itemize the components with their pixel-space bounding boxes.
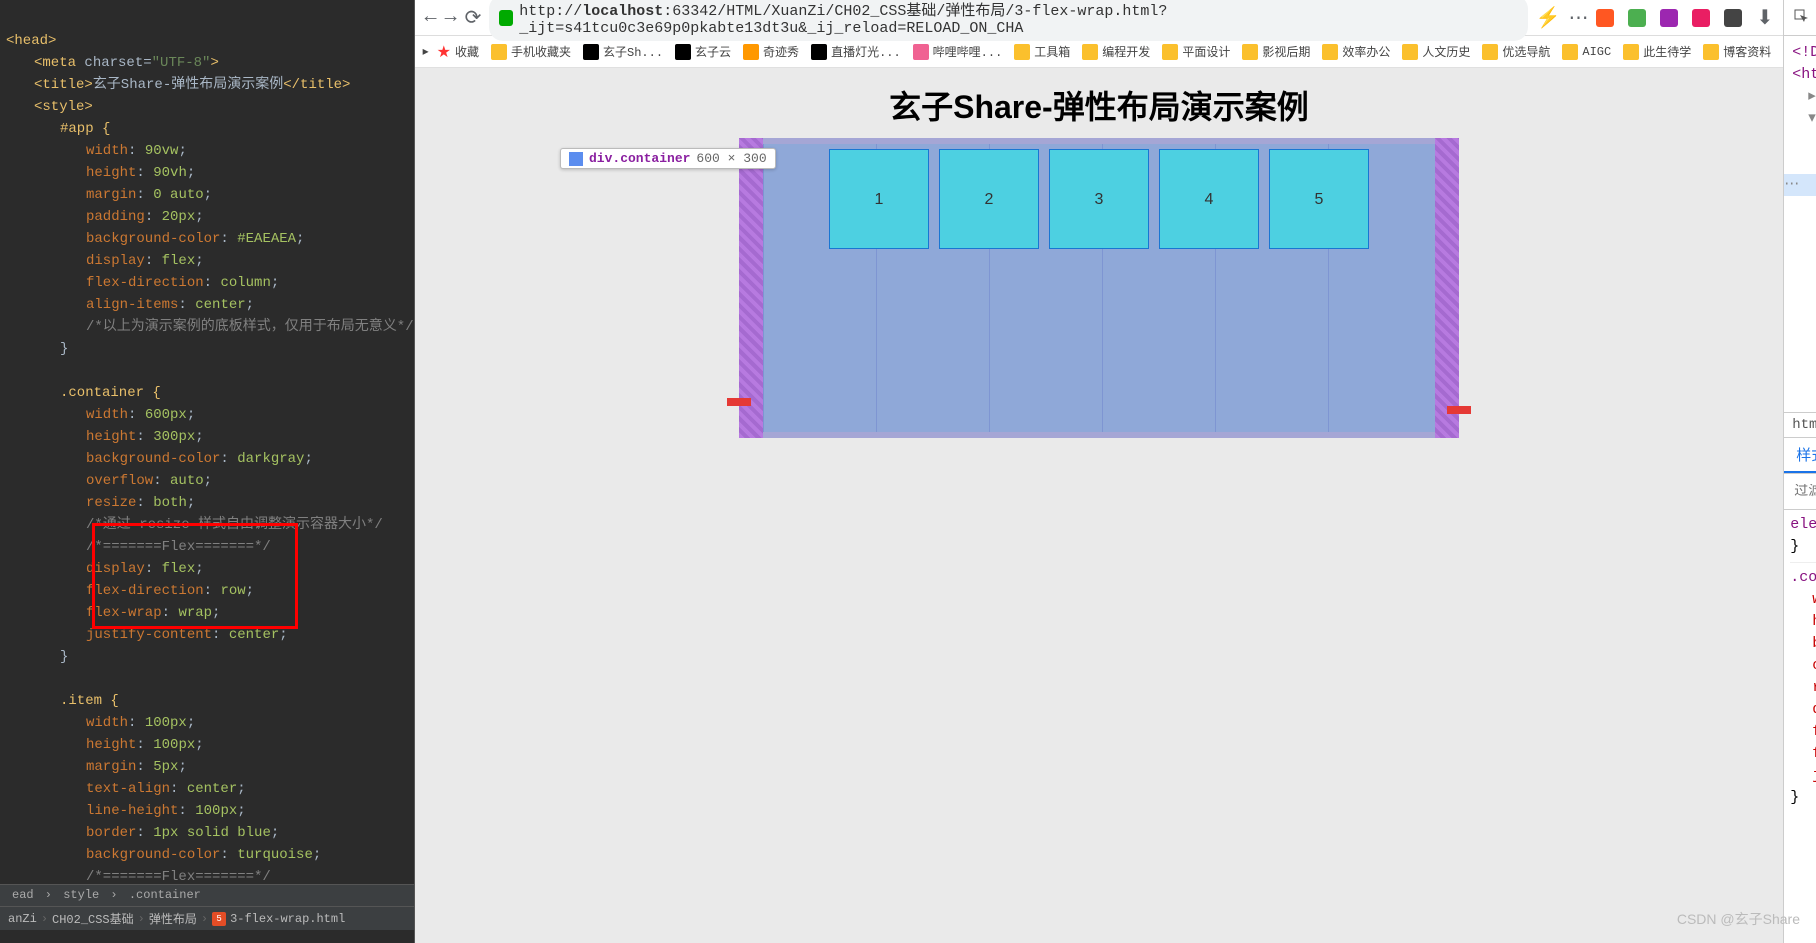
- reload-button[interactable]: ⟳: [465, 5, 482, 31]
- styles-filter-input[interactable]: [1784, 484, 1816, 500]
- watermark: CSDN @玄子Share: [1677, 909, 1800, 929]
- back-button[interactable]: ←: [425, 6, 437, 29]
- code-editor-pane: <head> <meta charset="UTF-8"> <title>玄子S…: [0, 0, 414, 943]
- devtools-panel: 元素 控制台 » 💬 1 ⚙ ⋮ <!DOCTYPE html> <html l…: [1783, 0, 1816, 943]
- bm-item[interactable]: 人文历史: [1398, 41, 1474, 62]
- folder-icon: [1162, 44, 1178, 60]
- folder-icon: [1482, 44, 1498, 60]
- tag-head: <head>: [6, 33, 56, 49]
- bm-item[interactable]: 奇迹秀: [739, 41, 803, 62]
- flex-icon: [569, 152, 583, 166]
- dom-breadcrumb[interactable]: html body div#app div.container: [1784, 412, 1816, 438]
- site-icon: [675, 44, 691, 60]
- address-bar: ← → ⟳ http://localhost:63342/HTML/XuanZi…: [415, 0, 1784, 36]
- margin-overlay: [1435, 138, 1459, 438]
- editor-code[interactable]: <head> <meta charset="UTF-8"> <title>玄子S…: [0, 0, 414, 884]
- bm-item[interactable]: 玄子Sh...: [579, 41, 667, 62]
- flex-item: 5: [1269, 149, 1369, 249]
- flex-item: 2: [939, 149, 1039, 249]
- lightning-icon[interactable]: ⚡: [1536, 5, 1561, 31]
- site-icon: [583, 44, 599, 60]
- folder-icon: [1402, 44, 1418, 60]
- marker: [1447, 406, 1471, 414]
- selected-node[interactable]: ⋯▾<div class="container"> flex== $0: [1792, 174, 1816, 196]
- flex-container-preview[interactable]: 1 2 3 4 5: [739, 138, 1459, 438]
- site-favicon: [499, 10, 513, 26]
- rendered-page: 玄子Share-弹性布局演示案例 div.container 600 × 300…: [415, 68, 1784, 943]
- styles-tabs: 样式 计算样式 属性 布局 事件监听器 »: [1784, 438, 1816, 474]
- inspect-element-icon[interactable]: [1790, 5, 1816, 31]
- editor-structure-crumb[interactable]: ead › style › .container: [0, 884, 414, 906]
- bm-item[interactable]: 直播灯光...: [807, 41, 905, 62]
- flex-item: 1: [829, 149, 929, 249]
- bm-item[interactable]: 此生待学: [1619, 41, 1695, 62]
- html-file-icon: 5: [212, 912, 226, 926]
- bookmarks-bar: ▸ ★收藏 手机收藏夹 玄子Sh... 玄子云 奇迹秀 直播灯光... 哔哩哔哩…: [415, 36, 1784, 68]
- ext-icon[interactable]: [1692, 9, 1710, 27]
- folder-icon: [1623, 44, 1639, 60]
- folder-icon: [491, 44, 507, 60]
- styles-filter-row: :hov .cls ＋ ▭ ▥: [1784, 474, 1816, 510]
- margin-overlay: [739, 138, 763, 438]
- inspect-tooltip: div.container 600 × 300: [560, 148, 776, 169]
- bm-item[interactable]: 博客资料: [1699, 41, 1775, 62]
- page-title: 玄子Share-弹性布局演示案例: [889, 82, 1309, 128]
- star-icon: ★: [437, 42, 451, 62]
- ext-icon[interactable]: [1596, 9, 1614, 27]
- bm-item[interactable]: 优选导航: [1478, 41, 1554, 62]
- ext-apps-icon[interactable]: [1724, 9, 1742, 27]
- bm-item[interactable]: 影视后期: [1238, 41, 1314, 62]
- elements-tree[interactable]: <!DOCTYPE html> <html lang="en"> ▸<head>…: [1784, 36, 1816, 412]
- flex-item: 3: [1049, 149, 1149, 249]
- bm-item[interactable]: 哔哩哔哩...: [909, 41, 1007, 62]
- folder-icon: [1082, 44, 1098, 60]
- stab-styles[interactable]: 样式: [1784, 438, 1816, 473]
- editor-file-crumb[interactable]: anZi› CH02_CSS基础› 弹性布局› 5 3-flex-wrap.ht…: [0, 906, 414, 930]
- folder-icon: [1014, 44, 1030, 60]
- bm-item[interactable]: 工具箱: [1010, 41, 1074, 62]
- bm-item[interactable]: 玄子云: [671, 41, 735, 62]
- flex-item: 4: [1159, 149, 1259, 249]
- bm-item[interactable]: 平面设计: [1158, 41, 1234, 62]
- bm-item[interactable]: 效率办公: [1318, 41, 1394, 62]
- devtools-tabs: 元素 控制台 » 💬 1 ⚙ ⋮: [1784, 0, 1816, 36]
- more-icon[interactable]: ⋯: [1568, 5, 1588, 31]
- site-icon: [913, 44, 929, 60]
- url-input[interactable]: http://localhost:63342/HTML/XuanZi/CH02_…: [489, 0, 1527, 41]
- folder-icon: [1242, 44, 1258, 60]
- style-rules[interactable]: element.style { } 3-flex-wrap…N_CHANGE:1…: [1784, 510, 1816, 943]
- folder-icon: [1562, 44, 1578, 60]
- bm-chevron-icon[interactable]: ▸: [423, 44, 429, 59]
- marker: [727, 398, 751, 406]
- site-icon: [743, 44, 759, 60]
- bm-favorites[interactable]: ★收藏: [433, 40, 483, 64]
- bm-item[interactable]: 编程开发: [1078, 41, 1154, 62]
- extensions-area: ⬇: [1596, 5, 1773, 31]
- forward-button[interactable]: →: [445, 6, 457, 29]
- folder-icon: [1322, 44, 1338, 60]
- browser-pane: ← → ⟳ http://localhost:63342/HTML/XuanZi…: [414, 0, 1784, 943]
- download-icon[interactable]: ⬇: [1756, 5, 1773, 31]
- folder-icon: [1703, 44, 1719, 60]
- ext-icon[interactable]: [1628, 9, 1646, 27]
- site-icon: [811, 44, 827, 60]
- bm-item[interactable]: AIGC: [1558, 42, 1615, 62]
- ext-icon[interactable]: [1660, 9, 1678, 27]
- bm-item[interactable]: 手机收藏夹: [487, 41, 575, 62]
